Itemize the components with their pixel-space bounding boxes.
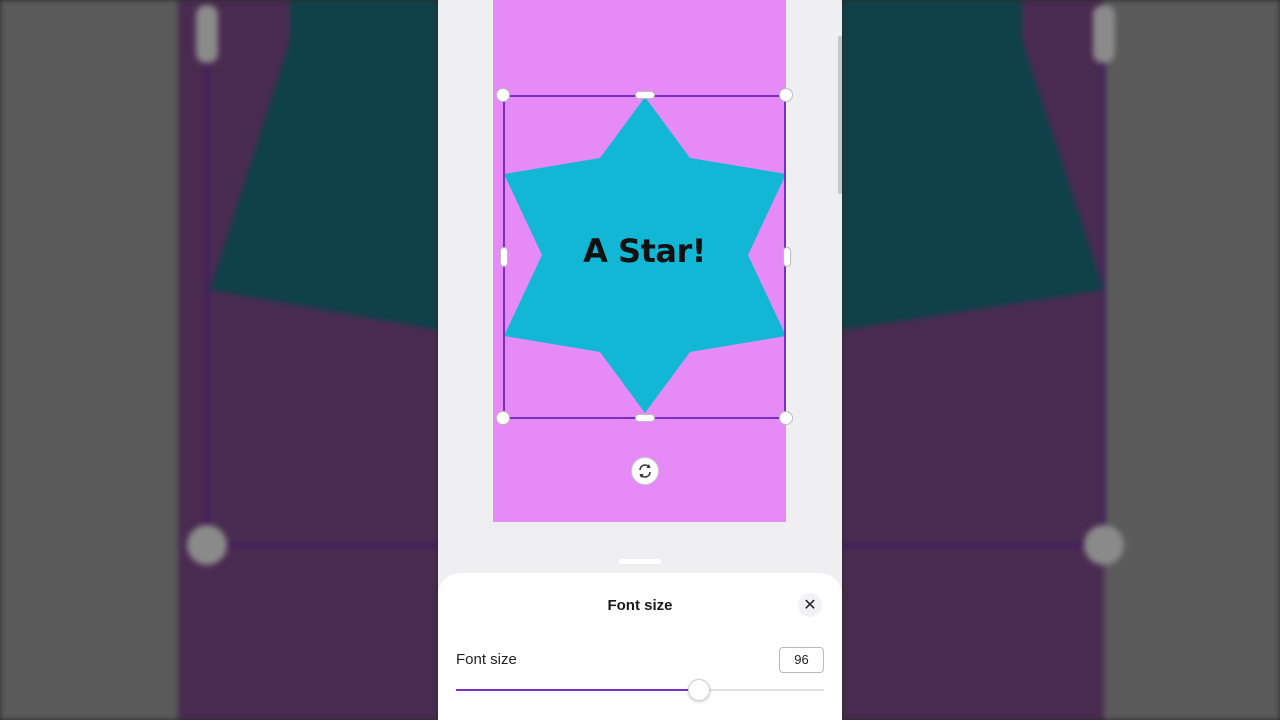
blurred-backdrop-right: [842, 0, 1280, 720]
slider-thumb[interactable]: [687, 679, 710, 701]
resize-handle-bottom[interactable]: [635, 414, 655, 422]
font-size-sheet: Font size ✕ Font size 96: [438, 573, 842, 720]
sheet-drag-handle[interactable]: [619, 559, 661, 564]
rotate-icon[interactable]: [631, 457, 659, 485]
font-size-label: Font size: [456, 651, 517, 668]
resize-handle-top-right[interactable]: [779, 88, 793, 102]
screen: A Star! Font size ✕ Font size 96: [0, 0, 1280, 720]
sheet-title: Font size: [607, 597, 673, 614]
slider-fill: [456, 689, 699, 691]
font-size-slider[interactable]: [456, 679, 824, 701]
close-icon[interactable]: ✕: [798, 593, 822, 617]
phone-screen: A Star! Font size ✕ Font size 96: [438, 0, 842, 720]
blurred-backdrop-left: [0, 0, 438, 720]
star-text-element[interactable]: A Star!: [503, 232, 786, 270]
resize-handle-top-left[interactable]: [496, 88, 510, 102]
resize-handle-top[interactable]: [635, 91, 655, 99]
font-size-input[interactable]: 96: [779, 647, 824, 673]
resize-handle-bottom-right[interactable]: [779, 411, 793, 425]
resize-handle-bottom-left[interactable]: [496, 411, 510, 425]
